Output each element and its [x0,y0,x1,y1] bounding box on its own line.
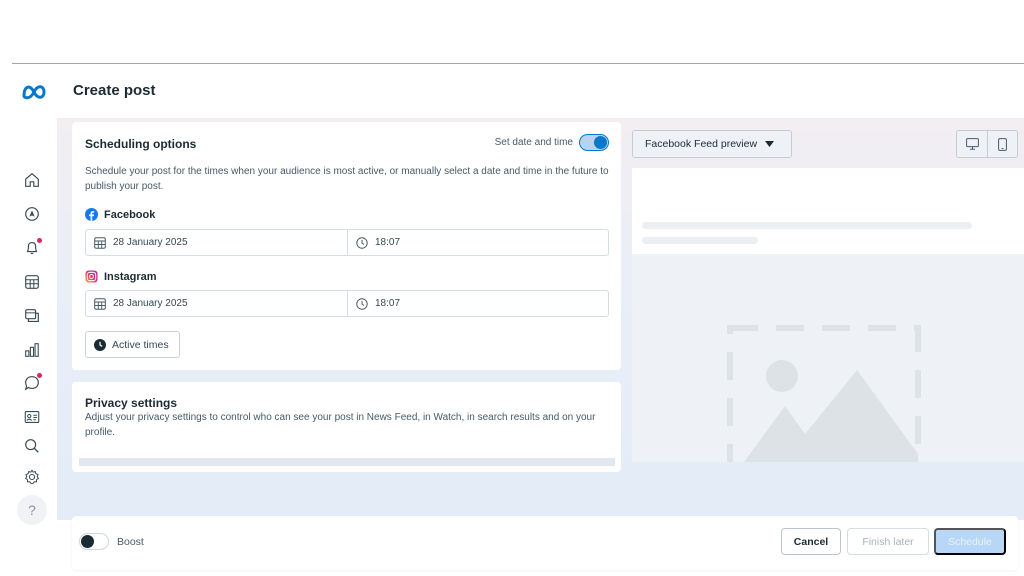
preview-type-label: Facebook Feed preview [645,138,758,150]
help-label: ? [28,502,36,518]
device-toggle-group [956,130,1018,158]
privacy-settings-card: Privacy settings Adjust your privacy set… [72,382,621,472]
notification-badge [37,238,42,243]
facebook-date-value: 28 January 2025 [113,237,188,248]
home-icon[interactable] [22,170,42,190]
instagram-date-value: 28 January 2025 [113,298,188,309]
clock-filled-icon [94,338,106,351]
instagram-date-input[interactable]: 28 January 2025 [86,291,348,316]
mobile-icon [998,137,1007,151]
active-times-button[interactable]: Active times [85,331,180,358]
chat-bubble-icon[interactable] [22,373,42,393]
set-date-time-label: Set date and time [494,137,573,148]
stacked-pages-icon[interactable] [22,306,42,326]
instagram-datetime-row: 28 January 2025 18:07 [85,290,609,317]
facebook-date-input[interactable]: 28 January 2025 [86,230,348,255]
gear-icon[interactable] [22,467,42,487]
finish-later-button[interactable]: Finish later [847,528,929,555]
facebook-time-value: 18:07 [375,237,401,248]
scheduling-title: Scheduling options [85,137,197,151]
boost-row: Boost [79,533,144,550]
calendar-icon [94,297,106,310]
page-title: Create post [73,82,156,99]
privacy-title: Privacy settings [85,396,178,410]
grid-calendar-icon[interactable] [22,272,42,292]
toggle-knob [594,136,607,149]
feed-post-skeleton [632,168,1024,254]
scheduling-options-card: Scheduling options Set date and time Sch… [72,122,621,370]
post-preview-panel: Facebook Feed preview [628,118,1024,462]
action-footer: Boost Cancel Finish later Schedule [72,516,1018,570]
desktop-icon [965,138,979,150]
skeleton-line [642,222,972,229]
meta-logo-icon[interactable] [20,82,48,102]
calendar-icon [94,236,106,249]
inbox-badge [37,373,42,378]
facebook-icon [85,208,98,221]
schedule-button[interactable]: Schedule [934,528,1006,555]
bar-chart-icon[interactable] [22,340,42,360]
privacy-options-placeholder [79,458,615,466]
privacy-description: Adjust your privacy settings to control … [85,412,596,438]
instagram-icon [85,270,98,283]
boost-toggle[interactable] [79,533,109,550]
scheduling-description: Schedule your post for the times when yo… [85,166,609,192]
desktop-preview-button[interactable] [957,131,987,157]
create-post-panel: Create post Scheduling options Set date … [57,64,1024,570]
sidebar: ? [12,64,56,525]
cancel-button[interactable]: Cancel [781,528,841,555]
image-placeholder-icon [727,325,921,462]
facebook-datetime-row: 28 January 2025 18:07 [85,229,609,256]
boost-label: Boost [117,535,144,548]
compass-icon[interactable] [22,204,42,224]
media-placeholder [632,254,1024,462]
toggle-knob [81,535,94,548]
facebook-label: Facebook [104,208,156,221]
bell-icon[interactable] [22,238,42,258]
instagram-label: Instagram [104,270,157,283]
facebook-time-input[interactable]: 18:07 [348,230,608,255]
instagram-time-input[interactable]: 18:07 [348,291,608,316]
mobile-preview-button[interactable] [987,131,1017,157]
clock-icon [356,297,368,310]
clock-icon [356,236,368,249]
skeleton-line [642,237,758,244]
set-date-time-toggle[interactable] [579,134,609,151]
help-button[interactable]: ? [17,495,47,525]
active-times-label: Active times [112,338,169,351]
search-icon[interactable] [22,436,42,456]
content-area: Scheduling options Set date and time Sch… [57,118,1024,570]
contact-card-icon[interactable] [22,407,42,427]
caret-down-icon [765,141,775,147]
instagram-time-value: 18:07 [375,298,401,309]
facebook-label-row: Facebook [85,208,155,221]
set-date-time-row: Set date and time [495,134,609,151]
instagram-label-row: Instagram [85,270,157,283]
preview-type-dropdown[interactable]: Facebook Feed preview [632,130,792,158]
